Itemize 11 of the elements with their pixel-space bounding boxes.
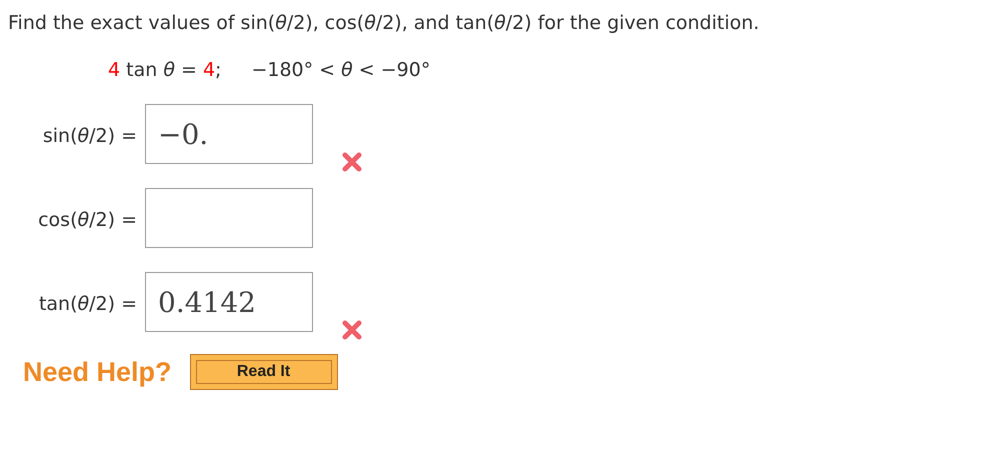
question-text: Find the exact values of sin(θ/2), cos(θ/2), and tan(θ/2) for the given condition.	[8, 11, 760, 36]
range-text: −180° < θ < −90°	[251, 58, 430, 83]
answer-label: tan(θ/2) =	[38, 292, 137, 317]
answer-label: sin(θ/2) =	[42, 124, 137, 149]
need-help-text: Need Help?	[23, 356, 172, 388]
answer-field[interactable]: −0.	[145, 104, 313, 164]
equation-text: 4 tan θ = 4;	[108, 58, 222, 83]
answer-field[interactable]	[145, 188, 313, 248]
answer-label: cos(θ/2) =	[37, 208, 137, 233]
answer-field[interactable]: 0.4142	[145, 272, 313, 332]
read-it-button[interactable]: Read It	[190, 354, 338, 390]
